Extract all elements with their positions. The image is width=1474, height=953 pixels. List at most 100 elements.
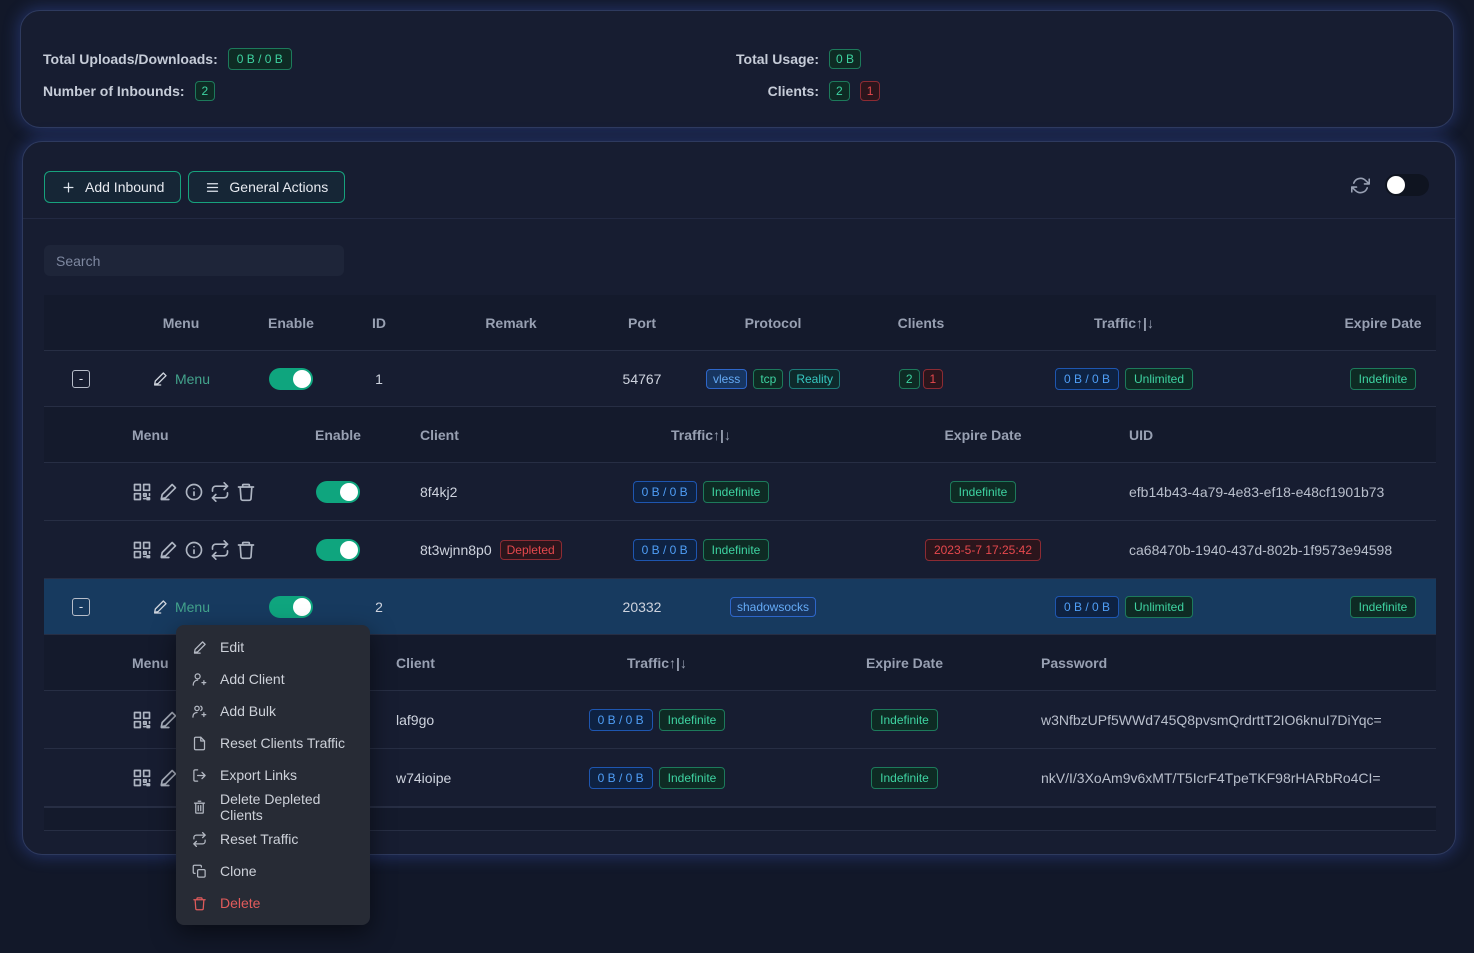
reset-traffic-icon[interactable] [210, 540, 230, 560]
clients-active-count: 2 [829, 81, 850, 101]
header-protocol: Protocol [682, 315, 864, 331]
inbound-menu-link[interactable]: Menu [152, 599, 210, 615]
auto-refresh-toggle[interactable] [1385, 174, 1429, 196]
enable-toggle[interactable] [269, 596, 313, 618]
expire-badge: 2023-5-7 17:25:42 [925, 539, 1041, 561]
menu-item-label: Delete [220, 895, 260, 911]
inbounds-table-header: Menu Enable ID Remark Port Protocol Clie… [44, 295, 1436, 351]
add-inbound-button[interactable]: Add Inbound [44, 171, 181, 203]
client-enable-toggle[interactable] [316, 481, 360, 503]
header-client: Client [392, 655, 542, 671]
client-uid: ca68470b-1940-437d-802b-1f9573e94598 [1126, 542, 1436, 558]
menu-item-delete[interactable]: Delete [176, 887, 370, 919]
menu-item-export-links[interactable]: Export Links [176, 759, 370, 791]
inbound-port: 54767 [602, 371, 682, 387]
pencil-icon [152, 599, 168, 615]
traffic-badge: 0 B / 0 B [633, 481, 697, 503]
search-input[interactable] [44, 245, 344, 276]
traffic-badge: 0 B / 0 B [633, 539, 697, 561]
header-menu: Menu [118, 315, 244, 331]
client-table-header: Menu Enable Client Traffic↑|↓ Expire Dat… [44, 407, 1436, 463]
client-name: 8t3wjnn8p0 [420, 542, 492, 558]
collapse-button[interactable]: - [72, 598, 90, 616]
menu-item-add-bulk[interactable]: Add Bulk [176, 695, 370, 727]
qr-code-icon[interactable] [132, 710, 152, 730]
client-enable-toggle[interactable] [316, 539, 360, 561]
info-icon[interactable] [184, 482, 204, 502]
menu-item-reset-clients-traffic[interactable]: Reset Clients Traffic [176, 727, 370, 759]
inbound-protocols: shadowsocks [682, 597, 864, 617]
info-icon[interactable] [184, 540, 204, 560]
edit-icon[interactable] [158, 482, 178, 502]
menu-item-reset-traffic[interactable]: Reset Traffic [176, 823, 370, 855]
users-add-icon [192, 704, 207, 719]
header-traffic-sort[interactable]: Traffic↑|↓ [542, 655, 772, 671]
inbound-row-1: - Menu 1 54767 vless tcp Reality 2 1 0 B… [44, 351, 1436, 407]
trash-icon[interactable] [236, 540, 256, 560]
inbound-traffic: 0 B / 0 B Unlimited [978, 596, 1270, 618]
general-actions-label: General Actions [229, 179, 328, 195]
header-port: Port [602, 315, 682, 331]
enable-toggle[interactable] [269, 368, 313, 390]
clients-active-badge: 2 [899, 369, 920, 389]
reset-traffic-icon[interactable] [210, 482, 230, 502]
client-password: w3NfbzUPf5WWd745Q8pvsmQrdrttT2IO6knuI7Di… [1037, 712, 1436, 728]
traffic-limit-badge: Indefinite [659, 767, 726, 789]
total-uploads-downloads-value: 0 B / 0 B [228, 48, 292, 70]
expire-badge: Indefinite [1350, 596, 1417, 618]
number-of-inbounds-row: Number of Inbounds: 2 [43, 79, 215, 103]
header-expire: Expire Date [772, 655, 1037, 671]
traffic-limit-badge: Indefinite [703, 481, 770, 503]
menu-item-edit[interactable]: Edit [176, 631, 370, 663]
pencil-icon [192, 640, 207, 655]
toolbar: Add Inbound General Actions [23, 142, 1455, 219]
inbound-clients: 2 1 [864, 369, 978, 389]
menu-item-label: Reset Clients Traffic [220, 735, 345, 751]
expire-badge: Indefinite [871, 709, 938, 731]
header-traffic-sort[interactable]: Traffic↑|↓ [978, 315, 1270, 331]
traffic-limit-badge: Indefinite [703, 539, 770, 561]
menu-item-clone[interactable]: Clone [176, 855, 370, 887]
clone-icon [192, 864, 207, 879]
clients-depleted-badge: 1 [923, 369, 944, 389]
repeat-icon [192, 832, 207, 847]
header-client: Client [392, 427, 562, 443]
trash-icon [192, 896, 207, 911]
qr-code-icon[interactable] [132, 482, 152, 502]
file-reset-icon [192, 736, 207, 751]
menu-item-label: Add Client [220, 671, 285, 687]
depleted-badge: Depleted [500, 540, 562, 560]
client-traffic: 0 B / 0 B Indefinite [542, 767, 772, 789]
inbound-menu-link[interactable]: Menu [152, 371, 210, 387]
number-of-inbounds-value: 2 [195, 81, 216, 101]
qr-code-icon[interactable] [132, 540, 152, 560]
user-add-icon [192, 672, 207, 687]
trash-icon[interactable] [236, 482, 256, 502]
traffic-badge: 0 B / 0 B [1055, 368, 1119, 390]
protocol-badge: shadowsocks [730, 597, 816, 617]
add-inbound-label: Add Inbound [85, 179, 164, 195]
total-usage-value: 0 B [829, 49, 861, 69]
header-uid: UID [1126, 427, 1436, 443]
menu-item-label: Edit [220, 639, 244, 655]
client-name: laf9go [392, 712, 542, 728]
menu-item-label: Reset Traffic [220, 831, 298, 847]
protocol-badge: tcp [753, 369, 783, 389]
total-uploads-downloads-label: Total Uploads/Downloads: [43, 51, 218, 67]
edit-icon[interactable] [158, 710, 178, 730]
header-enable: Enable [244, 315, 338, 331]
inbound-menu-label: Menu [175, 371, 210, 387]
collapse-button[interactable]: - [72, 370, 90, 388]
edit-icon[interactable] [158, 768, 178, 788]
header-traffic-sort[interactable]: Traffic↑|↓ [562, 427, 840, 443]
menu-item-delete-depleted-clients[interactable]: Delete Depleted Clients [176, 791, 370, 823]
clients-row: Clients: 2 1 [713, 79, 880, 103]
qr-code-icon[interactable] [132, 768, 152, 788]
protocol-badge: Reality [789, 369, 840, 389]
menu-item-add-client[interactable]: Add Client [176, 663, 370, 695]
general-actions-button[interactable]: General Actions [188, 171, 345, 203]
edit-icon[interactable] [158, 540, 178, 560]
expire-badge: Indefinite [950, 481, 1017, 503]
refresh-icon[interactable] [1351, 176, 1370, 195]
total-usage-label: Total Usage: [713, 51, 819, 67]
